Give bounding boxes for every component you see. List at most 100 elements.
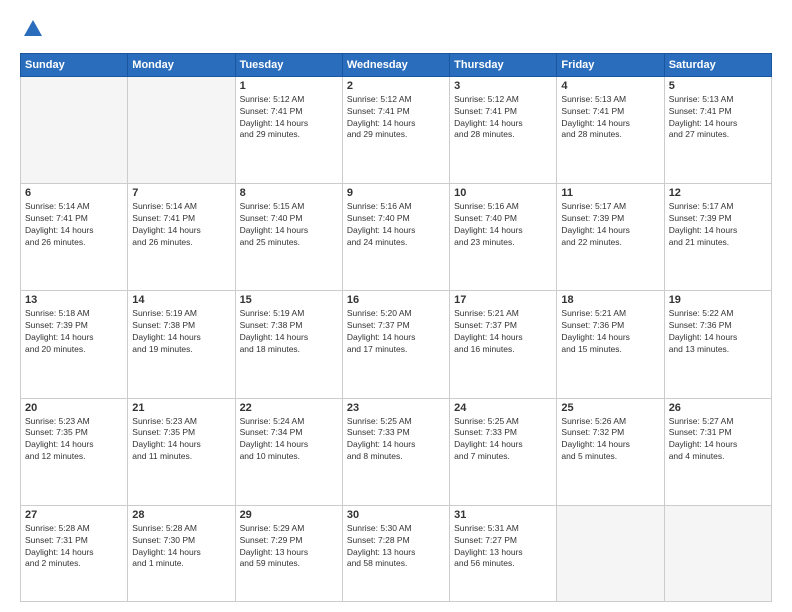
calendar-cell: 2 Sunrise: 5:12 AM Sunset: 7:41 PM Daylig… [342,76,449,183]
week-row-3: 13Sunrise: 5:18 AM Sunset: 7:39 PM Dayli… [21,291,772,398]
calendar-cell: 13Sunrise: 5:18 AM Sunset: 7:39 PM Dayli… [21,291,128,398]
calendar-cell: 8Sunrise: 5:15 AM Sunset: 7:40 PM Daylig… [235,184,342,291]
day-number: 22 [240,402,338,414]
day-number: 3 [454,80,552,92]
day-number: 8 [240,187,338,199]
day-info: Sunrise: 5:22 AM Sunset: 7:36 PM Dayligh… [669,308,767,356]
calendar-cell: 27Sunrise: 5:28 AM Sunset: 7:31 PM Dayli… [21,505,128,601]
day-number: 31 [454,509,552,521]
day-number: 20 [25,402,123,414]
day-number: 28 [132,509,230,521]
calendar-cell: 1 Sunrise: 5:12 AM Sunset: 7:41 PM Daylig… [235,76,342,183]
day-number: 27 [25,509,123,521]
calendar-cell: 25 Sunrise: 5:26 AM Sunset: 7:32 PM Dayli… [557,398,664,505]
day-info: Sunrise: 5:21 AM Sunset: 7:37 PM Dayligh… [454,308,552,356]
calendar-cell: 15 Sunrise: 5:19 AM Sunset: 7:38 PM Dayli… [235,291,342,398]
day-number: 1 [240,80,338,92]
day-info: Sunrise: 5:14 AM Sunset: 7:41 PM Dayligh… [25,201,123,249]
day-info: Sunrise: 5:12 AM Sunset: 7:41 PM Dayligh… [240,94,338,142]
calendar-cell: 7 Sunrise: 5:14 AM Sunset: 7:41 PM Daylig… [128,184,235,291]
calendar-cell: 16Sunrise: 5:20 AM Sunset: 7:37 PM Dayli… [342,291,449,398]
calendar-cell: 14 Sunrise: 5:19 AM Sunset: 7:38 PM Dayli… [128,291,235,398]
weekday-friday: Friday [557,53,664,76]
day-info: Sunrise: 5:30 AM Sunset: 7:28 PM Dayligh… [347,523,445,571]
day-info: Sunrise: 5:31 AM Sunset: 7:27 PM Dayligh… [454,523,552,571]
calendar-cell: 30Sunrise: 5:30 AM Sunset: 7:28 PM Dayli… [342,505,449,601]
day-info: Sunrise: 5:29 AM Sunset: 7:29 PM Dayligh… [240,523,338,571]
day-number: 11 [561,187,659,199]
day-info: Sunrise: 5:16 AM Sunset: 7:40 PM Dayligh… [347,201,445,249]
calendar-cell: 12Sunrise: 5:17 AM Sunset: 7:39 PM Dayli… [664,184,771,291]
day-info: Sunrise: 5:26 AM Sunset: 7:32 PM Dayligh… [561,416,659,464]
calendar-cell: 20 Sunrise: 5:23 AM Sunset: 7:35 PM Dayli… [21,398,128,505]
calendar-cell: 9 Sunrise: 5:16 AM Sunset: 7:40 PM Daylig… [342,184,449,291]
day-info: Sunrise: 5:13 AM Sunset: 7:41 PM Dayligh… [561,94,659,142]
day-info: Sunrise: 5:23 AM Sunset: 7:35 PM Dayligh… [25,416,123,464]
calendar-cell: 5 Sunrise: 5:13 AM Sunset: 7:41 PM Daylig… [664,76,771,183]
day-number: 7 [132,187,230,199]
day-info: Sunrise: 5:13 AM Sunset: 7:41 PM Dayligh… [669,94,767,142]
calendar-cell: 6 Sunrise: 5:14 AM Sunset: 7:41 PM Daylig… [21,184,128,291]
day-info: Sunrise: 5:14 AM Sunset: 7:41 PM Dayligh… [132,201,230,249]
calendar-cell: 18 Sunrise: 5:21 AM Sunset: 7:36 PM Dayli… [557,291,664,398]
day-number: 12 [669,187,767,199]
day-number: 16 [347,294,445,306]
week-row-1: 1 Sunrise: 5:12 AM Sunset: 7:41 PM Daylig… [21,76,772,183]
day-number: 18 [561,294,659,306]
calendar-cell: 3 Sunrise: 5:12 AM Sunset: 7:41 PM Daylig… [450,76,557,183]
calendar-cell: 31 Sunrise: 5:31 AM Sunset: 7:27 PM Dayli… [450,505,557,601]
day-number: 21 [132,402,230,414]
logo-icon [22,18,44,40]
day-info: Sunrise: 5:27 AM Sunset: 7:31 PM Dayligh… [669,416,767,464]
week-row-2: 6 Sunrise: 5:14 AM Sunset: 7:41 PM Daylig… [21,184,772,291]
day-number: 24 [454,402,552,414]
day-number: 5 [669,80,767,92]
calendar-cell: 4 Sunrise: 5:13 AM Sunset: 7:41 PM Daylig… [557,76,664,183]
calendar-cell: 24 Sunrise: 5:25 AM Sunset: 7:33 PM Dayli… [450,398,557,505]
calendar-cell: 11 Sunrise: 5:17 AM Sunset: 7:39 PM Dayli… [557,184,664,291]
day-number: 29 [240,509,338,521]
day-info: Sunrise: 5:25 AM Sunset: 7:33 PM Dayligh… [347,416,445,464]
calendar-cell [21,76,128,183]
day-number: 2 [347,80,445,92]
day-number: 9 [347,187,445,199]
day-info: Sunrise: 5:17 AM Sunset: 7:39 PM Dayligh… [561,201,659,249]
day-info: Sunrise: 5:12 AM Sunset: 7:41 PM Dayligh… [347,94,445,142]
calendar-cell: 29 Sunrise: 5:29 AM Sunset: 7:29 PM Dayli… [235,505,342,601]
day-info: Sunrise: 5:25 AM Sunset: 7:33 PM Dayligh… [454,416,552,464]
day-number: 14 [132,294,230,306]
calendar-cell: 10 Sunrise: 5:16 AM Sunset: 7:40 PM Dayli… [450,184,557,291]
header [20,18,772,45]
calendar-cell: 26Sunrise: 5:27 AM Sunset: 7:31 PM Dayli… [664,398,771,505]
calendar-cell: 28Sunrise: 5:28 AM Sunset: 7:30 PM Dayli… [128,505,235,601]
week-row-5: 27Sunrise: 5:28 AM Sunset: 7:31 PM Dayli… [21,505,772,601]
day-number: 25 [561,402,659,414]
day-info: Sunrise: 5:16 AM Sunset: 7:40 PM Dayligh… [454,201,552,249]
calendar-table: SundayMondayTuesdayWednesdayThursdayFrid… [20,53,772,602]
day-info: Sunrise: 5:12 AM Sunset: 7:41 PM Dayligh… [454,94,552,142]
logo [20,18,44,45]
day-number: 10 [454,187,552,199]
calendar-cell: 23 Sunrise: 5:25 AM Sunset: 7:33 PM Dayli… [342,398,449,505]
day-info: Sunrise: 5:23 AM Sunset: 7:35 PM Dayligh… [132,416,230,464]
day-number: 15 [240,294,338,306]
calendar-cell [557,505,664,601]
day-number: 4 [561,80,659,92]
day-number: 17 [454,294,552,306]
weekday-thursday: Thursday [450,53,557,76]
weekday-header-row: SundayMondayTuesdayWednesdayThursdayFrid… [21,53,772,76]
day-number: 23 [347,402,445,414]
calendar-cell: 17 Sunrise: 5:21 AM Sunset: 7:37 PM Dayli… [450,291,557,398]
day-info: Sunrise: 5:18 AM Sunset: 7:39 PM Dayligh… [25,308,123,356]
day-info: Sunrise: 5:19 AM Sunset: 7:38 PM Dayligh… [132,308,230,356]
weekday-wednesday: Wednesday [342,53,449,76]
day-number: 6 [25,187,123,199]
weekday-tuesday: Tuesday [235,53,342,76]
day-info: Sunrise: 5:21 AM Sunset: 7:36 PM Dayligh… [561,308,659,356]
calendar-cell: 21 Sunrise: 5:23 AM Sunset: 7:35 PM Dayli… [128,398,235,505]
day-number: 19 [669,294,767,306]
calendar-cell: 22Sunrise: 5:24 AM Sunset: 7:34 PM Dayli… [235,398,342,505]
calendar-cell [128,76,235,183]
calendar-cell: 19 Sunrise: 5:22 AM Sunset: 7:36 PM Dayli… [664,291,771,398]
day-info: Sunrise: 5:19 AM Sunset: 7:38 PM Dayligh… [240,308,338,356]
